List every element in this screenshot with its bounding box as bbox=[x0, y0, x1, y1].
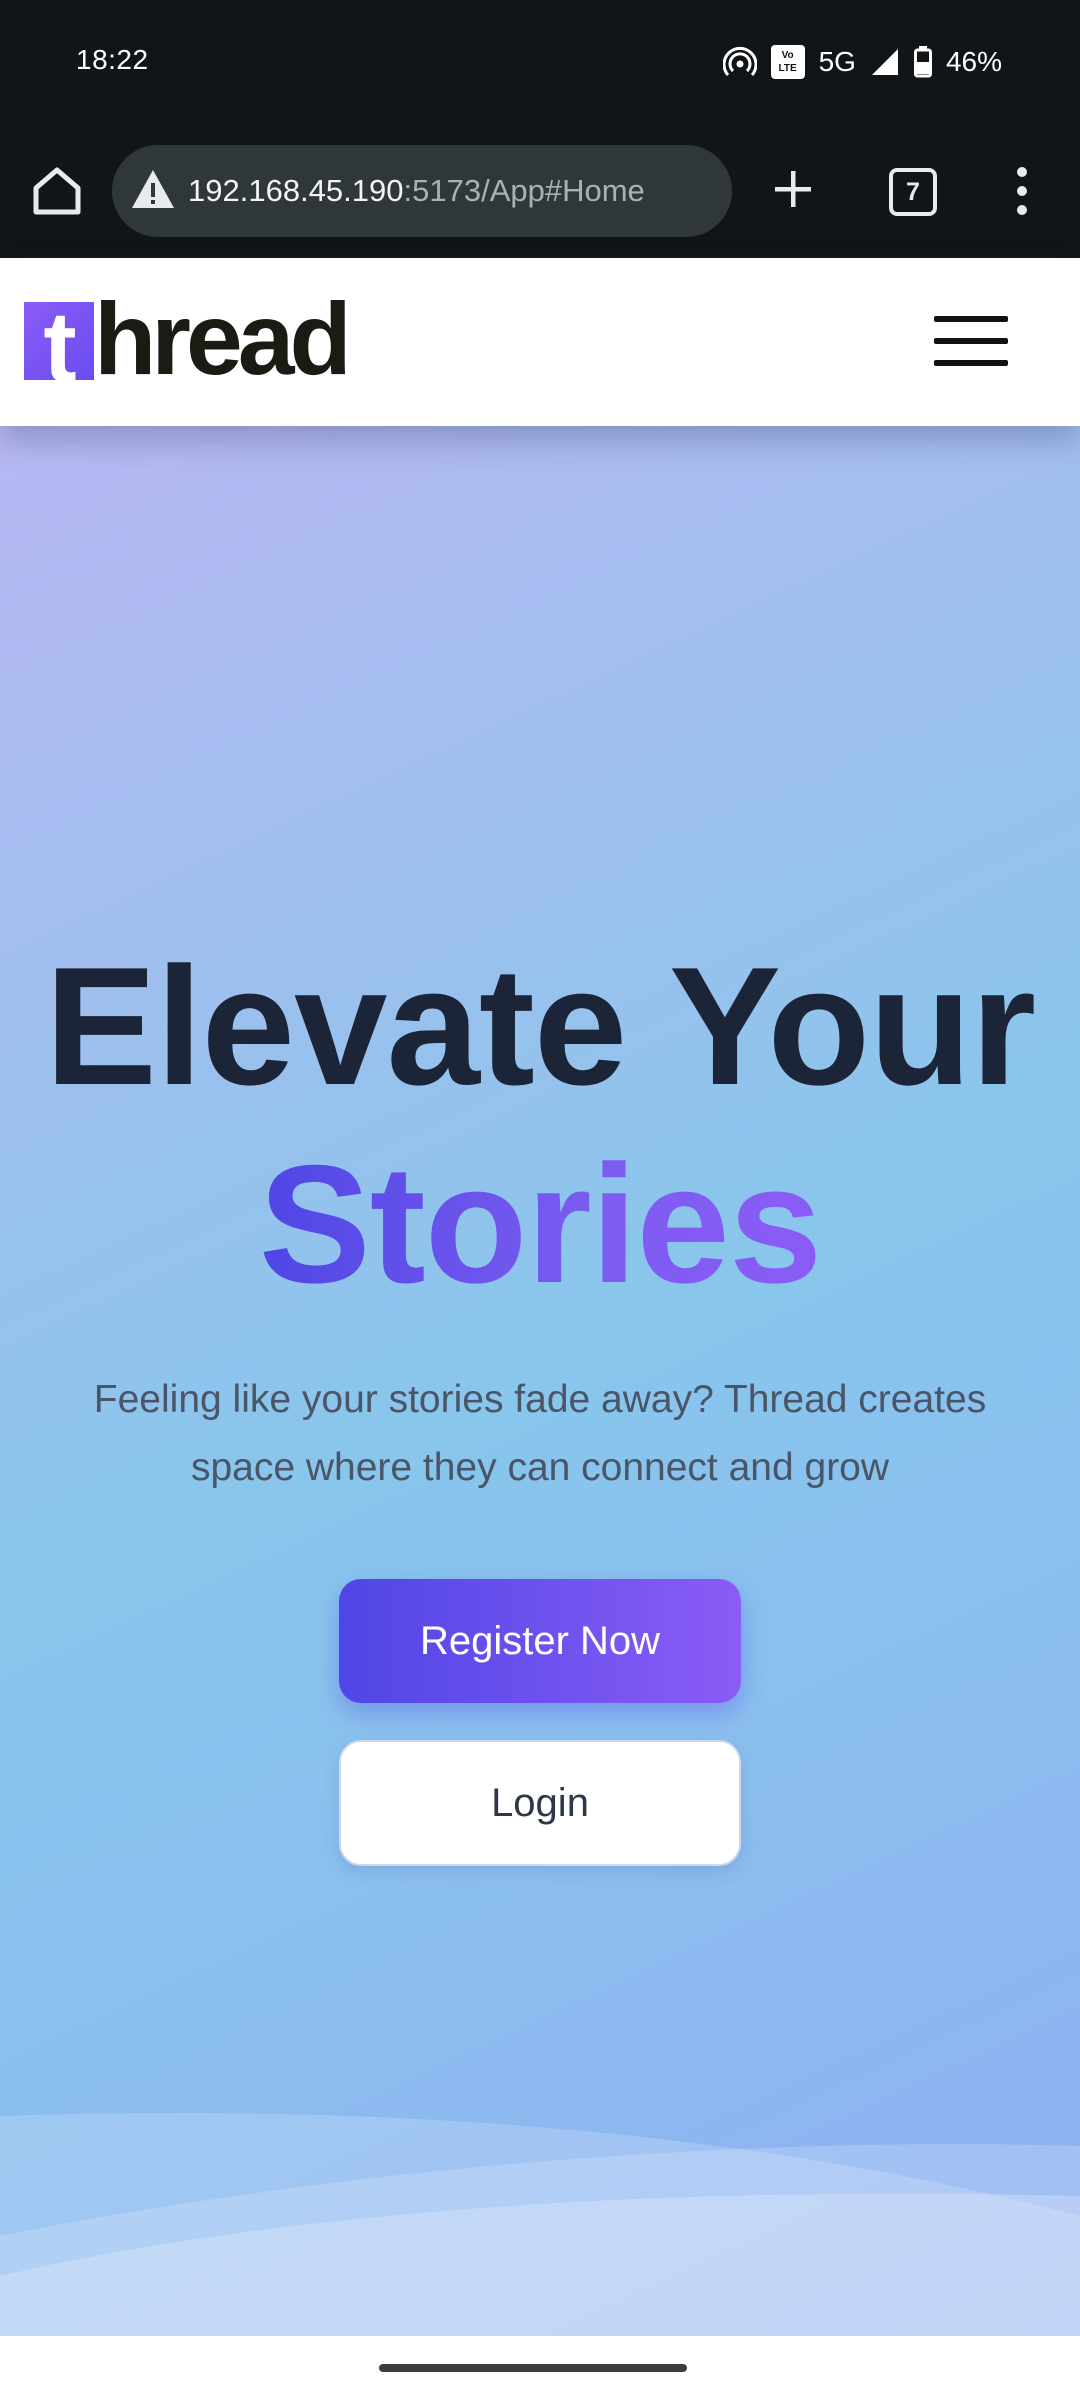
browser-toolbar: 192.168.45.190:5173/App#Home 7 bbox=[0, 130, 1080, 258]
hero-highlight: Stories bbox=[0, 1124, 1080, 1324]
logo-mark: t bbox=[24, 302, 94, 380]
site-header: t hread bbox=[0, 258, 1080, 426]
screen: 18:22 Vo LTE 5G 46% 192.168.45.190:5173/… bbox=[0, 0, 1080, 2392]
decorative-waves bbox=[0, 2112, 1080, 2336]
gesture-handle[interactable] bbox=[379, 2364, 687, 2372]
home-icon[interactable] bbox=[26, 160, 88, 222]
hero-subtitle: Feeling like your stories fade away? Thr… bbox=[93, 1378, 987, 1489]
volte-icon: Vo LTE bbox=[770, 45, 805, 79]
logo-wordmark: hread bbox=[94, 282, 352, 396]
signal-icon bbox=[871, 49, 898, 75]
hero-highlight-text: Stories bbox=[258, 1130, 823, 1318]
hotspot-icon bbox=[722, 46, 757, 76]
thread-logo[interactable]: t hread bbox=[24, 282, 352, 396]
plus-icon[interactable] bbox=[764, 160, 822, 218]
hamburger-menu-icon[interactable] bbox=[934, 316, 1008, 366]
battery-icon bbox=[913, 46, 932, 78]
url-host: 192.168.45.190 bbox=[188, 173, 404, 208]
status-bar: 18:22 Vo LTE 5G 46% bbox=[0, 0, 1080, 130]
hero-title: Elevate Your bbox=[44, 932, 1036, 1120]
register-now-button[interactable]: Register Now bbox=[339, 1579, 741, 1703]
tabs-icon[interactable]: 7 bbox=[889, 168, 937, 216]
warning-icon[interactable] bbox=[128, 165, 178, 215]
battery-percent: 46% bbox=[945, 46, 1002, 77]
login-button[interactable]: Login bbox=[339, 1740, 741, 1866]
url-path: :5173/App#Home bbox=[403, 173, 645, 208]
gesture-nav-bar bbox=[0, 2336, 1080, 2392]
hero-section: Elevate Your Stories Feeling like your s… bbox=[0, 426, 1080, 2336]
url-text[interactable]: 192.168.45.190:5173/App#Home bbox=[188, 145, 645, 237]
status-icons: Vo LTE 5G 46% bbox=[722, 42, 1002, 82]
address-bar[interactable]: 192.168.45.190:5173/App#Home bbox=[112, 145, 732, 237]
more-vert-icon[interactable] bbox=[1004, 160, 1040, 222]
status-time: 18:22 bbox=[76, 44, 149, 75]
network-label: 5G bbox=[818, 46, 856, 77]
